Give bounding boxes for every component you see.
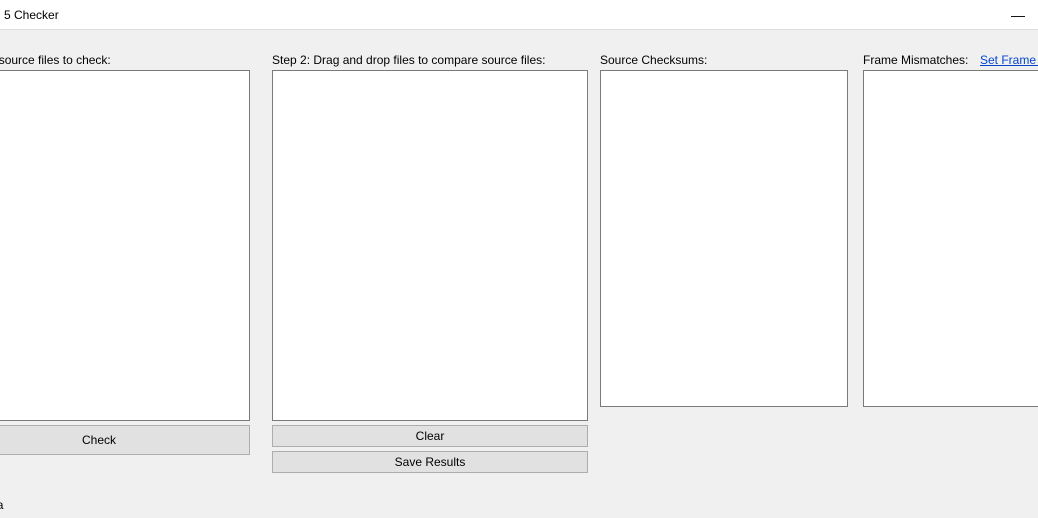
check-button[interactable]: Check xyxy=(0,425,250,455)
frame-mismatches-label: Frame Mismatches: xyxy=(863,53,968,67)
source-checksums-listbox[interactable] xyxy=(600,70,848,407)
save-results-button-label: Save Results xyxy=(395,455,466,469)
client-area: and drop source files to check: Step 2: … xyxy=(0,30,1038,518)
frame-mismatches-listbox[interactable] xyxy=(863,70,1038,407)
set-frame-link[interactable]: Set Frame S xyxy=(980,53,1038,67)
check-button-label: Check xyxy=(82,433,116,447)
window-buttons: — xyxy=(1004,0,1032,30)
save-results-button[interactable]: Save Results xyxy=(272,451,588,473)
compare-files-listbox[interactable] xyxy=(272,70,588,421)
window-title: 5 Checker xyxy=(4,8,59,22)
source-files-listbox[interactable] xyxy=(0,70,250,421)
step2-label: Step 2: Drag and drop files to compare s… xyxy=(272,53,545,67)
step1-label: and drop source files to check: xyxy=(0,53,111,67)
clear-button-label: Clear xyxy=(416,429,445,443)
source-checksums-label: Source Checksums: xyxy=(600,53,707,67)
window-titlebar: 5 Checker — xyxy=(0,0,1038,30)
clear-button[interactable]: Clear xyxy=(272,425,588,447)
credits-label: s Cardona xyxy=(0,498,3,512)
minimize-button[interactable]: — xyxy=(1004,0,1032,30)
